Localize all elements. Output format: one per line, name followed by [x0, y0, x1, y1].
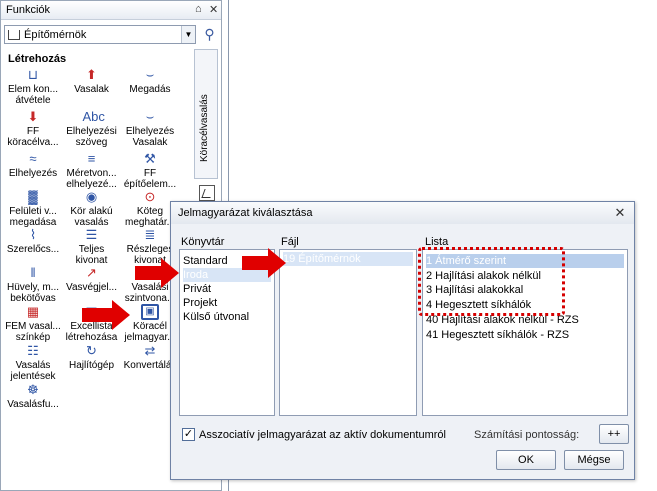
palette-header: Funkciók ⌂ ✕: [1, 1, 221, 20]
ff-element-icon: ⚒: [144, 151, 156, 166]
define-icon: ⌣: [145, 67, 155, 82]
annotation-arrow-tool: [82, 300, 130, 330]
tool-label: Elem kon... átvétele: [7, 84, 59, 106]
side-tab-label: Köracélvasalás: [199, 94, 210, 162]
tool-label: Elhelyezés Vasalak: [125, 126, 175, 148]
file-item[interactable]: 19 Építőmérnök: [283, 252, 413, 266]
tool-label: Megadás: [129, 84, 171, 95]
module-combo-value: Építőmérnök: [24, 29, 87, 41]
tool-label: Vasalás jelentések: [10, 360, 56, 382]
library-item[interactable]: Privát: [183, 282, 271, 296]
tool-bar-end[interactable]: ↗ Vasvégjel...: [64, 265, 119, 293]
rebar-shape-icon: ⬆: [86, 67, 97, 82]
tool-rebar-function[interactable]: ☸ Vasalásfu...: [2, 382, 64, 410]
legend-item[interactable]: 41 Hegesztett síkhálók - RZS: [426, 328, 624, 342]
associative-label: Asszociatív jelmagyarázat az aktív dokum…: [199, 429, 446, 441]
dialog-title: Jelmagyarázat kiválasztása: [178, 207, 313, 219]
section-title: Létrehozás: [8, 53, 67, 65]
tool-label: Teljes kivonat: [75, 244, 108, 266]
sleeve-icon: ‖: [30, 265, 36, 280]
tool-label: Kör alakú vasalás: [70, 206, 113, 228]
bundle-icon: ⊙: [144, 189, 156, 204]
module-icon: [8, 30, 20, 40]
tool-label: Vasvégjel...: [66, 282, 117, 293]
tool-label: Köracél jelmagyar...: [124, 321, 176, 343]
tool-sleeve[interactable]: ‖ Hüvely, m... bekötővas: [2, 265, 64, 304]
circular-rebar-icon: ◉: [85, 189, 98, 204]
side-tab-rebar[interactable]: Köracélvasalás: [194, 49, 218, 179]
annotation-highlight-box: [418, 247, 565, 316]
partial-extract-icon: ≣: [144, 227, 156, 242]
tool-placement-text[interactable]: Abc Elhelyezési szöveg: [64, 109, 119, 148]
tool-rebar-report[interactable]: ☷ Vasalás jelentések: [2, 343, 64, 382]
mold-icon: ⊔: [27, 67, 39, 82]
rebar-report-icon: ☷: [27, 343, 39, 358]
precision-button[interactable]: ++: [599, 424, 629, 444]
rebar-legend-icon: ▣: [141, 304, 159, 320]
place-shape-icon: ⌣: [145, 109, 155, 124]
tool-dimension-line[interactable]: ≡ Méretvon... elhelyezé...: [64, 151, 119, 190]
search-icon[interactable]: ⚲: [200, 25, 219, 44]
surface-rebar-icon: ▓: [28, 189, 38, 204]
tool-label: Hajlítógép: [68, 360, 115, 371]
tool-rebar-shape[interactable]: ⬆ Vasalak: [64, 67, 119, 95]
precision-label: Számítási pontosság:: [474, 429, 580, 441]
library-item[interactable]: Projekt: [183, 296, 271, 310]
annotation-arrow-file: [242, 248, 286, 278]
tool-fem-spectrum[interactable]: ▦ FEM vasal... színkép: [2, 304, 64, 343]
placement-icon: ≈: [29, 151, 37, 166]
associative-checkbox[interactable]: ✓: [182, 428, 195, 441]
ok-button[interactable]: OK: [496, 450, 556, 470]
close-icon[interactable]: ✕: [611, 204, 629, 221]
tool-place-shape[interactable]: ⌣ Elhelyezés Vasalak: [119, 109, 181, 148]
module-combo[interactable]: Építőmérnök ▼: [4, 25, 196, 44]
annotation-arrow-library: [135, 258, 179, 288]
side-tab-edit-icon[interactable]: [199, 185, 215, 201]
library-label: Könyvtár: [181, 236, 225, 248]
convert-icon: ⇄: [144, 343, 156, 358]
tool-define[interactable]: ⌣ Megadás: [119, 67, 181, 95]
tool-mounting[interactable]: ⌇ Szerelőcs...: [2, 227, 64, 255]
fem-spectrum-icon: ▦: [26, 304, 40, 319]
palette-title: Funkciók: [6, 4, 51, 16]
placement-text-icon: Abc: [82, 109, 105, 124]
bar-end-icon: ↗: [86, 265, 97, 280]
tool-label: Elhelyezési szöveg: [66, 126, 117, 148]
legend-dialog: Jelmagyarázat kiválasztása ✕ Könyvtár Fá…: [170, 201, 635, 480]
tool-label: Vasalásfu...: [7, 399, 59, 410]
bending-machine-icon: ↻: [86, 343, 97, 358]
tool-placement[interactable]: ≈ Elhelyezés: [2, 151, 64, 179]
dialog-titlebar: Jelmagyarázat kiválasztása ✕: [171, 202, 634, 224]
chevron-down-icon[interactable]: ▼: [181, 26, 195, 43]
full-extract-icon: ☰: [85, 227, 98, 242]
tool-label: Hüvely, m... bekötővas: [6, 282, 60, 304]
close-icon[interactable]: ✕: [209, 3, 218, 16]
tool-label: Szerelőcs...: [6, 244, 60, 255]
tool-ff-element[interactable]: ⚒ FF építőelem...: [119, 151, 181, 190]
tool-bending-machine[interactable]: ↻ Hajlítógép: [64, 343, 119, 371]
dimension-line-icon: ≡: [87, 151, 96, 166]
pin-icon[interactable]: ⌂: [195, 3, 202, 15]
tool-label: Méretvon... elhelyezé...: [66, 168, 117, 190]
library-item[interactable]: Külső útvonal: [183, 310, 271, 324]
rebar-function-icon: ☸: [27, 382, 39, 397]
tool-label: Felületi v... megadása: [9, 206, 57, 228]
cancel-button[interactable]: Mégse: [564, 450, 624, 470]
tool-label: Elhelyezés: [8, 168, 58, 179]
tool-label: Köteg meghatár...: [124, 206, 176, 228]
tool-label: FF építőelem...: [123, 168, 177, 190]
tool-label: Vasalak: [74, 84, 109, 95]
mounting-icon: ⌇: [29, 227, 37, 242]
tool-label: Konvertálás: [123, 360, 177, 371]
tool-ff-rebar[interactable]: ⬇ FF köracélva...: [2, 109, 64, 148]
ff-rebar-icon: ⬇: [27, 109, 39, 124]
file-label: Fájl: [281, 236, 299, 248]
tool-surface-rebar[interactable]: ▓ Felületi v... megadása: [2, 189, 64, 228]
tool-label: FF köracélva...: [7, 126, 59, 148]
tool-full-extract[interactable]: ☰ Teljes kivonat: [64, 227, 119, 266]
tool-mold[interactable]: ⊔ Elem kon... átvétele: [2, 67, 64, 106]
file-list[interactable]: 19 Építőmérnök: [279, 249, 417, 416]
tool-circular-rebar[interactable]: ◉ Kör alakú vasalás: [64, 189, 119, 228]
tool-label: FEM vasal... színkép: [5, 321, 61, 343]
